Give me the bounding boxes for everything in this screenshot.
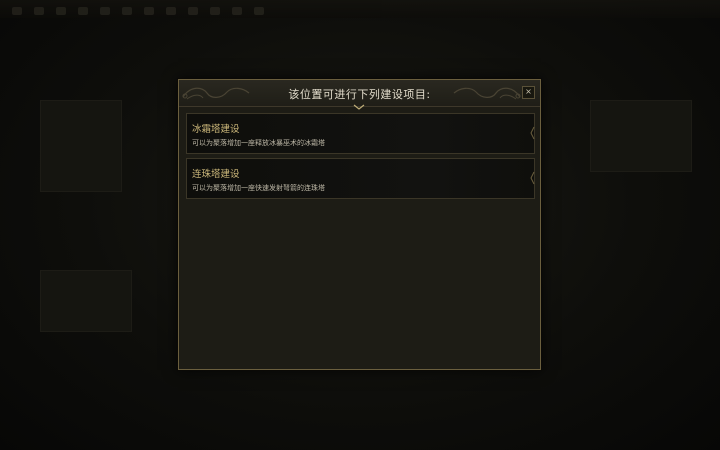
option-title: 连珠塔建设 [192, 169, 240, 180]
chevron-left-icon [530, 126, 535, 140]
build-options-dialog: 该位置可进行下列建设项目: × 冰霜塔建设 可以为聚落增加一座释放冰暴巫术的冰霜… [178, 79, 541, 370]
option-description: 可以为聚落增加一座快速发射弩箭的连珠塔 [192, 184, 325, 192]
option-description: 可以为聚落增加一座释放冰暴巫术的冰霜塔 [192, 139, 325, 147]
background-panel-right [590, 100, 692, 172]
close-button[interactable]: × [522, 86, 535, 99]
dialog-header: 该位置可进行下列建设项目: × [179, 80, 540, 107]
background-panel-bottom-left [40, 270, 132, 332]
chevron-down-icon [353, 104, 365, 110]
background-hud-bar [0, 0, 720, 18]
option-repeater-tower[interactable]: 连珠塔建设 可以为聚落增加一座快速发射弩箭的连珠塔 [186, 158, 535, 199]
chevron-left-icon [530, 171, 535, 185]
scroll-ornament-right-icon [453, 87, 521, 100]
option-title: 冰霜塔建设 [192, 124, 240, 135]
option-frost-tower[interactable]: 冰霜塔建设 可以为聚落增加一座释放冰暴巫术的冰霜塔 [186, 113, 535, 154]
background-panel-left [40, 100, 122, 192]
